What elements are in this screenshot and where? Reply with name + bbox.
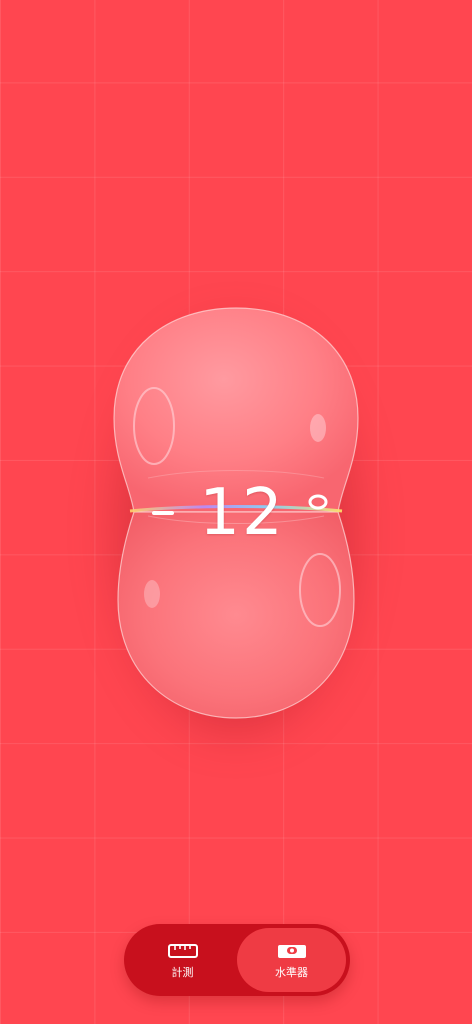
glow-top — [310, 414, 326, 442]
level-icon — [277, 945, 306, 958]
tilt-value: 12 — [199, 476, 285, 550]
tab-level[interactable]: 水準器 — [237, 928, 346, 992]
level-bubble: 12 — [108, 300, 364, 730]
level-screen: 12 計測 水準器 — [0, 0, 472, 1024]
level-dash-left — [152, 511, 174, 515]
mode-switcher: 計測 水準器 — [124, 924, 350, 996]
tab-measure[interactable]: 計測 — [128, 928, 237, 992]
glow-bottom — [144, 580, 160, 608]
ruler-icon — [167, 944, 198, 958]
tilt-reading: 12 — [172, 478, 312, 548]
tab-level-label: 水準器 — [275, 966, 308, 979]
tab-measure-label: 計測 — [171, 966, 194, 979]
degree-symbol — [308, 494, 328, 510]
